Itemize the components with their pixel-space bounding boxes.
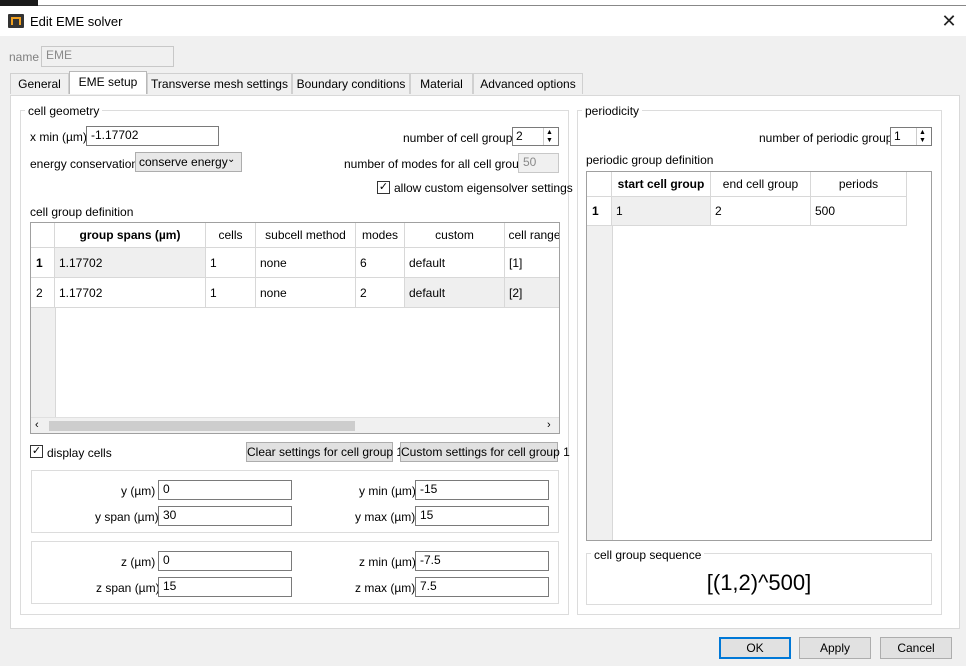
num-cell-groups-spinbox[interactable]: 2 ▲ ▼ xyxy=(512,127,559,146)
periodicity-title: periodicity xyxy=(582,104,643,118)
z-label: z (µm) xyxy=(121,555,156,569)
column-header[interactable]: modes xyxy=(356,223,405,248)
scroll-right-icon[interactable]: › xyxy=(547,419,551,431)
row-header-gutter xyxy=(587,226,613,540)
app-icon xyxy=(8,14,24,28)
row-header[interactable]: 2 xyxy=(31,278,55,308)
z-min-input[interactable]: -7.5 xyxy=(415,551,549,571)
display-cells-checkbox[interactable]: ✓ xyxy=(30,445,43,458)
periodic-group-definition-title: periodic group definition xyxy=(586,153,714,167)
cell-group-definition-title: cell group definition xyxy=(30,205,134,219)
z-span-input[interactable]: 15 xyxy=(158,577,292,597)
title-bar: Edit EME solver ✕ xyxy=(0,6,966,36)
cell-group-table: group spans (µm) cells subcell method mo… xyxy=(30,222,560,434)
apply-button[interactable]: Apply xyxy=(799,637,871,659)
energy-conservation-value: conserve energy xyxy=(139,155,228,169)
table-cell[interactable]: none xyxy=(256,248,356,278)
row-header[interactable]: 1 xyxy=(31,248,55,278)
ok-button[interactable]: OK xyxy=(719,637,791,659)
column-header[interactable]: cell range xyxy=(505,223,559,248)
modes-all-input[interactable]: 50 xyxy=(518,153,559,173)
cancel-button[interactable]: Cancel xyxy=(880,637,952,659)
scrollbar-thumb[interactable] xyxy=(49,421,355,431)
table-cell[interactable]: 1 xyxy=(206,278,256,308)
table-cell[interactable]: 500 xyxy=(811,197,907,226)
table-cell[interactable]: 1 xyxy=(612,197,711,226)
check-icon: ✓ xyxy=(378,181,389,193)
allow-custom-checkbox[interactable]: ✓ xyxy=(377,181,390,194)
table-corner xyxy=(587,172,612,197)
close-icon[interactable]: ✕ xyxy=(938,12,960,30)
column-header[interactable]: periods xyxy=(811,172,907,197)
z-span-label: z span (µm) xyxy=(96,581,160,595)
y-span-label: y span (µm) xyxy=(95,510,159,524)
custom-settings-button[interactable]: Custom settings for cell group 1 xyxy=(400,442,570,462)
table-cell[interactable]: default xyxy=(405,248,505,278)
table-cell[interactable]: 6 xyxy=(356,248,405,278)
window-title: Edit EME solver xyxy=(30,14,123,29)
column-header[interactable]: cells xyxy=(206,223,256,248)
tab-general[interactable]: General xyxy=(10,73,69,94)
tab-transverse-mesh[interactable]: Transverse mesh settings xyxy=(147,73,292,94)
num-periodic-groups-spinbox[interactable]: 1 ▲ ▼ xyxy=(890,127,932,146)
name-label: name xyxy=(9,50,40,64)
spin-arrows-icon[interactable]: ▲ ▼ xyxy=(916,128,931,145)
table-corner xyxy=(31,223,55,248)
column-header[interactable]: custom xyxy=(405,223,505,248)
energy-conservation-label: energy conservation xyxy=(30,157,139,171)
cell-geometry-title: cell geometry xyxy=(25,104,103,118)
horizontal-scrollbar[interactable]: ‹ › xyxy=(31,417,559,433)
row-header-gutter xyxy=(31,308,56,417)
table-cell[interactable]: [2] xyxy=(505,278,559,308)
clear-settings-button[interactable]: Clear settings for cell group 1 xyxy=(246,442,403,462)
y-span-input[interactable]: 30 xyxy=(158,506,292,526)
name-input[interactable]: EME xyxy=(41,46,174,67)
table-cell[interactable]: [1] xyxy=(505,248,559,278)
y-min-input[interactable]: -15 xyxy=(415,480,549,500)
spin-arrows-icon[interactable]: ▲ ▼ xyxy=(543,128,558,145)
y-input[interactable]: 0 xyxy=(158,480,292,500)
cell-group-sequence-value: [(1,2)^500] xyxy=(706,570,812,595)
tab-material[interactable]: Material xyxy=(410,73,473,94)
periodic-group-table: start cell group end cell group periods … xyxy=(586,171,932,541)
num-periodic-groups-value: 1 xyxy=(894,129,901,143)
y-max-label: y max (µm) xyxy=(355,510,416,524)
table-cell[interactable]: 1.17702 xyxy=(55,278,206,308)
table-cell[interactable]: 1 xyxy=(206,248,256,278)
column-header[interactable]: subcell method xyxy=(256,223,356,248)
num-periodic-groups-label: number of periodic groups xyxy=(759,131,899,145)
num-cell-groups-label: number of cell groups xyxy=(403,131,519,145)
modes-all-label: number of modes for all cell groups xyxy=(344,157,532,171)
tab-advanced-options[interactable]: Advanced options xyxy=(473,73,583,94)
row-header[interactable]: 1 xyxy=(587,197,612,226)
energy-conservation-select[interactable]: conserve energy ⌄ xyxy=(135,152,242,172)
allow-custom-label: allow custom eigensolver settings xyxy=(394,181,573,195)
y-label: y (µm) xyxy=(121,484,156,498)
table-cell[interactable]: 1.17702 xyxy=(55,248,206,278)
column-header[interactable]: start cell group xyxy=(612,172,711,197)
z-max-input[interactable]: 7.5 xyxy=(415,577,549,597)
num-cell-groups-value: 2 xyxy=(516,129,523,143)
table-cell[interactable]: default xyxy=(405,278,505,308)
chevron-down-icon: ⌄ xyxy=(227,154,236,165)
check-icon: ✓ xyxy=(31,445,42,457)
z-input[interactable]: 0 xyxy=(158,551,292,571)
table-cell[interactable]: 2 xyxy=(711,197,811,226)
z-min-label: z min (µm) xyxy=(359,555,416,569)
tab-eme-setup[interactable]: EME setup xyxy=(69,71,147,94)
table-cell[interactable]: none xyxy=(256,278,356,308)
scroll-left-icon[interactable]: ‹ xyxy=(35,419,39,431)
xmin-input[interactable]: -1.17702 xyxy=(86,126,219,146)
table-cell[interactable]: 2 xyxy=(356,278,405,308)
cell-group-sequence-title: cell group sequence xyxy=(591,548,705,562)
tab-boundary-conditions[interactable]: Boundary conditions xyxy=(292,73,410,94)
xmin-label: x min (µm) xyxy=(30,130,87,144)
y-max-input[interactable]: 15 xyxy=(415,506,549,526)
column-header[interactable]: group spans (µm) xyxy=(55,223,206,248)
z-max-label: z max (µm) xyxy=(355,581,416,595)
display-cells-label: display cells xyxy=(47,446,112,460)
column-header[interactable]: end cell group xyxy=(711,172,811,197)
y-min-label: y min (µm) xyxy=(359,484,416,498)
